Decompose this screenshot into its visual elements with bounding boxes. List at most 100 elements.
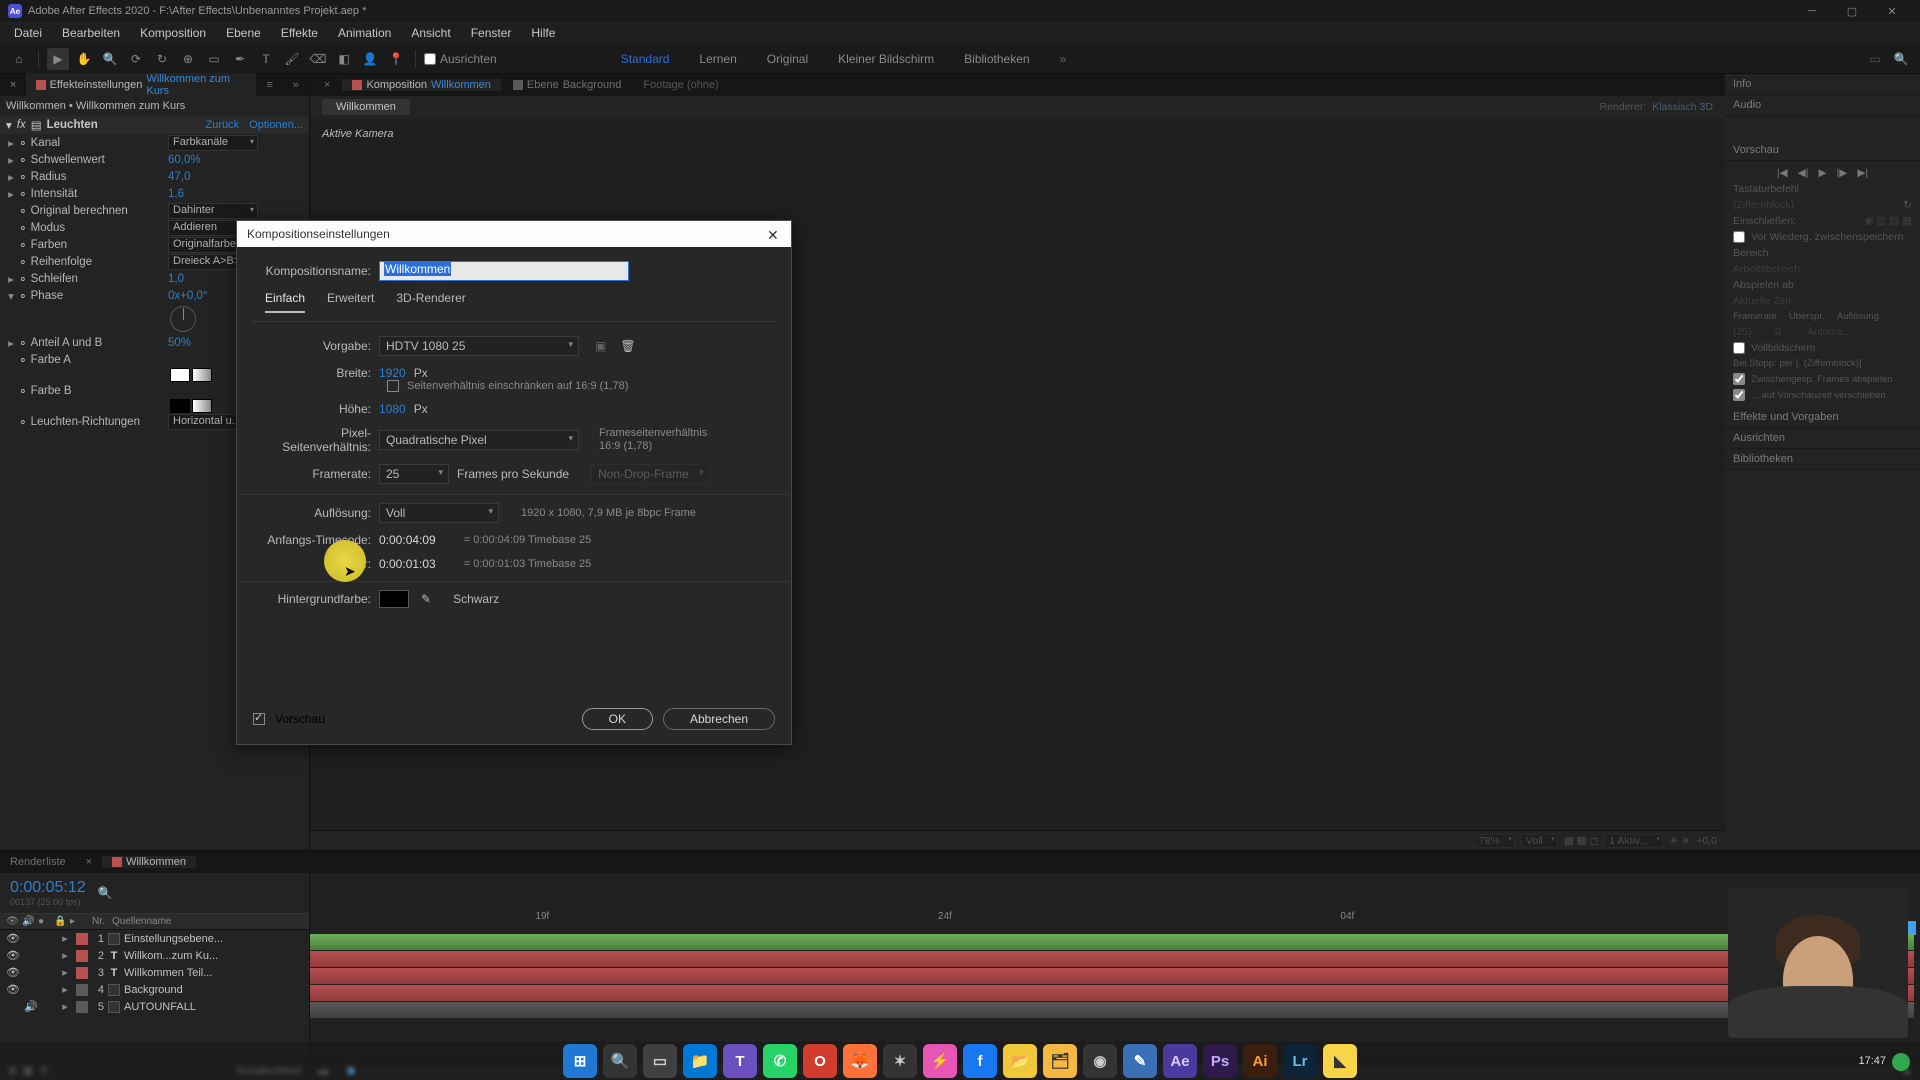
workspace-lernen[interactable]: Lernen: [699, 52, 736, 66]
preview-play-icon[interactable]: ▶: [1818, 167, 1826, 179]
fx-intensitaet-value[interactable]: 1,6: [168, 188, 184, 200]
taskbar-app-icon[interactable]: ✎: [1123, 1044, 1157, 1078]
ok-button[interactable]: OK: [582, 708, 653, 730]
layer-bar-1[interactable]: [310, 934, 1914, 950]
taskbar-app-icon[interactable]: 🗂: [1043, 1044, 1077, 1078]
taskbar-app-icon[interactable]: ⊞: [563, 1044, 597, 1078]
stamp-tool-icon[interactable]: ⌫: [307, 48, 329, 70]
taskbar-app-icon[interactable]: ✆: [763, 1044, 797, 1078]
preview-reset-icon[interactable]: ↻: [1903, 199, 1912, 211]
puppet-tool-icon[interactable]: 📍: [385, 48, 407, 70]
ec-overflow-icon[interactable]: »: [283, 79, 309, 91]
layer-row[interactable]: 👁▸2TWillkom...zum Ku...: [0, 947, 309, 964]
zoom-tool-icon[interactable]: 🔍: [99, 48, 121, 70]
fx-anteil-value[interactable]: 50%: [168, 337, 191, 349]
taskbar-app-icon[interactable]: Ps: [1203, 1044, 1237, 1078]
fx-phase-wheel[interactable]: [170, 306, 196, 332]
fx-phase-value[interactable]: 0x+0,0°: [168, 290, 207, 302]
preview-cached-chk[interactable]: [1733, 373, 1745, 385]
layer-bar-4[interactable]: [310, 985, 1914, 1001]
preset-dropdown[interactable]: HDTV 1080 25: [379, 336, 579, 356]
layer-row[interactable]: 👁▸1Einstellungsebene...: [0, 930, 309, 947]
preview-fullscreen-chk[interactable]: [1733, 342, 1745, 354]
fx-schwellenwert-value[interactable]: 60,0%: [168, 154, 201, 166]
layer-bar-3[interactable]: [310, 968, 1914, 984]
fx-farbe-a-swatch[interactable]: [170, 368, 190, 382]
layer-bar-2[interactable]: [310, 951, 1914, 967]
home-icon[interactable]: ⌂: [8, 48, 30, 70]
brush-tool-icon[interactable]: 🖌: [281, 48, 303, 70]
preset-delete-icon[interactable]: 🗑: [620, 339, 635, 353]
viewer-tab-footage[interactable]: Footage (ohne): [633, 79, 728, 91]
preview-checkbox[interactable]: [253, 713, 265, 725]
pen-tool-icon[interactable]: ✒: [229, 48, 251, 70]
orbit-tool-icon[interactable]: ⟳: [125, 48, 147, 70]
fx-options-link[interactable]: Optionen...: [249, 119, 303, 131]
comp-crumb[interactable]: Willkommen: [322, 99, 410, 115]
preview-range-dd[interactable]: Arbeitsbereich: [1733, 263, 1912, 275]
taskbar-app-icon[interactable]: ◣: [1323, 1044, 1357, 1078]
layer-row[interactable]: 🔊▸5AUTOUNFALL: [0, 998, 309, 1015]
workspace-standard[interactable]: Standard: [621, 52, 670, 66]
preview-prev-icon[interactable]: ◀|: [1798, 167, 1809, 179]
dialog-tab-einfach[interactable]: Einfach: [265, 291, 305, 313]
menu-fenster[interactable]: Fenster: [461, 26, 522, 40]
menu-komposition[interactable]: Komposition: [130, 26, 216, 40]
minimize-button[interactable]: ─: [1792, 0, 1832, 22]
start-timecode-value[interactable]: 0:00:04:09: [379, 533, 436, 547]
maximize-button[interactable]: ▢: [1832, 0, 1872, 22]
preview-from-dd[interactable]: Aktuelle Zeit: [1733, 295, 1912, 307]
eraser-tool-icon[interactable]: ◧: [333, 48, 355, 70]
viewer-tab-comp[interactable]: Komposition Willkommen: [342, 79, 500, 91]
menu-bearbeiten[interactable]: Bearbeiten: [52, 26, 130, 40]
timeline-search-icon[interactable]: 🔍: [98, 886, 113, 900]
fx-reset-link[interactable]: Zurück: [206, 119, 240, 131]
search-help-icon[interactable]: 🔍: [1890, 48, 1912, 70]
preview-shortcut-dd[interactable]: (Ziffernblock): [1733, 199, 1897, 211]
rect-tool-icon[interactable]: ▭: [203, 48, 225, 70]
preview-panel-header[interactable]: Vorschau: [1725, 140, 1920, 161]
height-value[interactable]: 1080: [379, 402, 406, 416]
taskbar-app-icon[interactable]: Lr: [1283, 1044, 1317, 1078]
layer-row[interactable]: 👁▸4Background: [0, 981, 309, 998]
hand-tool-icon[interactable]: ✋: [73, 48, 95, 70]
effect-controls-tab[interactable]: Effekteinstellungen Willkommen zum Kurs: [26, 73, 256, 97]
dialog-tab-3d[interactable]: 3D-Renderer: [396, 291, 465, 313]
preview-move-chk[interactable]: [1733, 389, 1745, 401]
fx-kanal-dd[interactable]: Farbkanäle: [168, 135, 258, 151]
renderer-value[interactable]: Klassisch 3D: [1652, 101, 1713, 113]
viewer-res[interactable]: Voll: [1521, 834, 1558, 848]
ec-menu-icon[interactable]: ≡: [256, 79, 282, 91]
preview-cache-chk[interactable]: [1733, 231, 1745, 243]
audio-panel-header[interactable]: Audio: [1725, 95, 1920, 116]
width-value[interactable]: 1920: [379, 366, 406, 380]
viewer-tab-close[interactable]: ×: [314, 79, 340, 91]
resolution-dropdown[interactable]: Voll: [379, 503, 499, 523]
search-panel-icon[interactable]: ▭: [1864, 48, 1886, 70]
dialog-tab-erweitert[interactable]: Erweitert: [327, 291, 374, 313]
taskbar-app-icon[interactable]: ▭: [643, 1044, 677, 1078]
pixel-aspect-dropdown[interactable]: Quadratische Pixel: [379, 430, 579, 450]
comp-name-input[interactable]: Willkommen: [379, 261, 629, 281]
viewer-zoom[interactable]: 78%: [1474, 834, 1515, 848]
align-panel-header[interactable]: Ausrichten: [1725, 428, 1920, 449]
taskbar-app-icon[interactable]: 📂: [1003, 1044, 1037, 1078]
menu-animation[interactable]: Animation: [328, 26, 401, 40]
taskbar-app-icon[interactable]: Ai: [1243, 1044, 1277, 1078]
fx-radius-value[interactable]: 47,0: [168, 171, 190, 183]
layer-row[interactable]: 👁▸3TWillkommen Teil...: [0, 964, 309, 981]
taskbar-app-icon[interactable]: ◉: [1083, 1044, 1117, 1078]
viewer-cam[interactable]: 1 Aktiv...: [1604, 834, 1663, 848]
tl-renderlist-tab[interactable]: Renderliste: [0, 856, 76, 868]
close-button[interactable]: ✕: [1872, 0, 1912, 22]
menu-datei[interactable]: Datei: [4, 26, 52, 40]
snap-checkbox[interactable]: [424, 53, 436, 65]
fx-farbe-b-swatch[interactable]: [170, 399, 190, 413]
tl-comp-tab[interactable]: Willkommen: [102, 856, 196, 868]
roto-tool-icon[interactable]: 👤: [359, 48, 381, 70]
preview-next-icon[interactable]: |▶: [1837, 167, 1848, 179]
menu-effekte[interactable]: Effekte: [271, 26, 328, 40]
rotate-tool-icon[interactable]: ↻: [151, 48, 173, 70]
workspace-overflow-icon[interactable]: »: [1060, 52, 1067, 66]
timeline-timecode[interactable]: 0:00:05:12 00137 (25.00 fps) 🔍: [0, 873, 309, 913]
